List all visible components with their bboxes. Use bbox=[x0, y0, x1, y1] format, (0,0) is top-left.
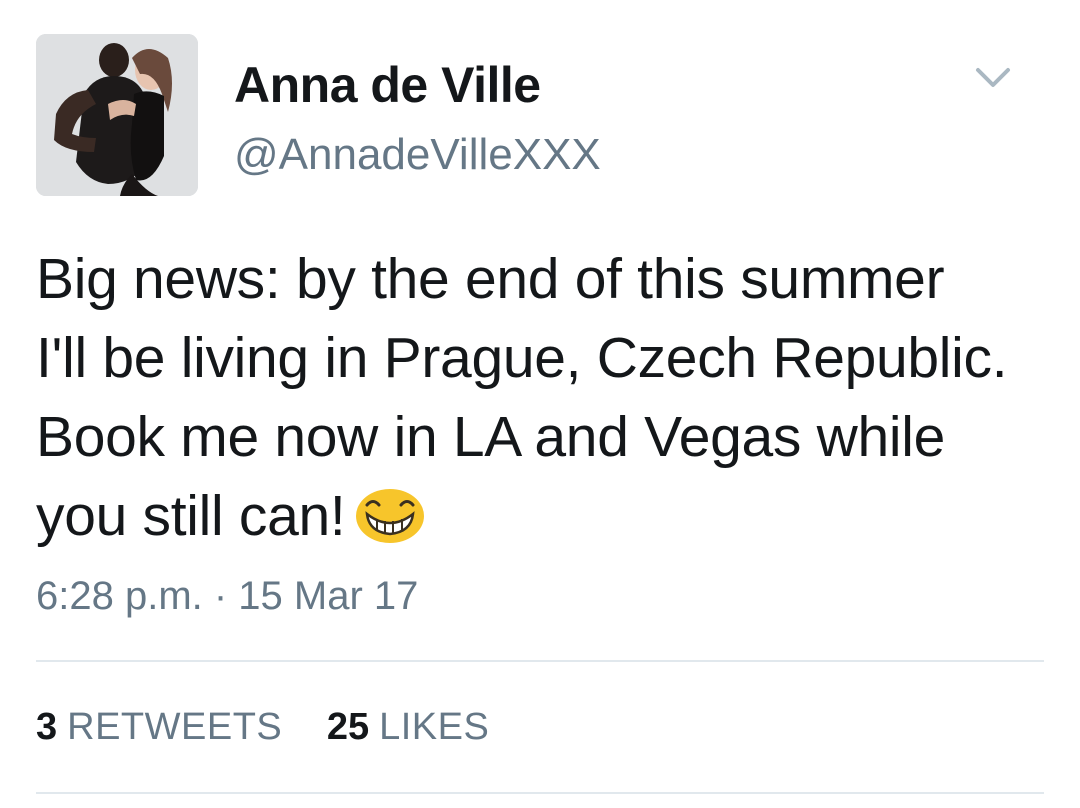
chevron-down-icon[interactable] bbox=[970, 58, 1016, 98]
user-handle[interactable]: @AnnadeVilleXXX bbox=[234, 130, 601, 180]
tweet-text: Big news: by the end of this summer I'll… bbox=[36, 240, 1046, 556]
divider bbox=[36, 792, 1044, 794]
tweet-text-line: Big news: by the end of this summer bbox=[36, 247, 945, 311]
tweet-card: Anna de Ville @AnnadeVilleXXX Big news: … bbox=[0, 0, 1080, 808]
display-name[interactable]: Anna de Ville bbox=[234, 56, 541, 114]
grinning-face-emoji-icon bbox=[355, 486, 425, 543]
likes-stat[interactable]: 25 LIKES bbox=[327, 706, 490, 749]
divider bbox=[36, 660, 1044, 662]
tweet-text-line-last: you still can! bbox=[36, 477, 1046, 556]
tweet-stats: 3 RETWEETS 25 LIKES bbox=[36, 706, 523, 749]
retweets-stat[interactable]: 3 RETWEETS bbox=[36, 706, 282, 749]
profile-avatar[interactable] bbox=[36, 34, 198, 196]
retweets-count: 3 bbox=[36, 706, 58, 748]
likes-count: 25 bbox=[326, 706, 370, 748]
tweet-text-line: I'll be living in Prague, Czech Republic… bbox=[36, 326, 1008, 390]
avatar-photo bbox=[36, 34, 198, 196]
retweets-label: RETWEETS bbox=[67, 706, 283, 748]
tweet-timestamp[interactable]: 6:28 p.m. · 15 Mar 17 bbox=[36, 574, 418, 619]
likes-label: LIKES bbox=[379, 706, 490, 748]
tweet-text-line: you still can! bbox=[36, 484, 346, 548]
tweet-text-line: Book me now in LA and Vegas while bbox=[36, 405, 946, 469]
